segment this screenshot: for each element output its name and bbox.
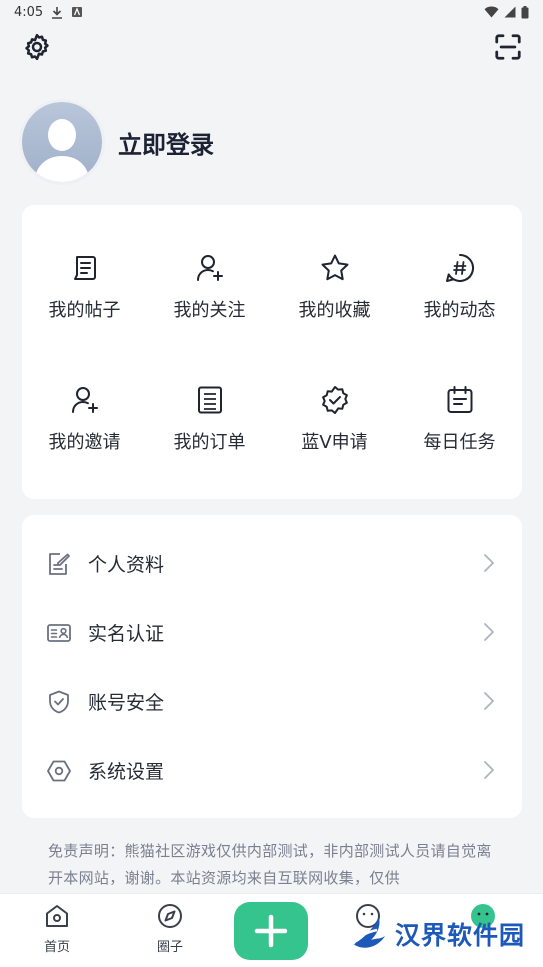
chevron-right-icon	[484, 761, 494, 779]
status-bar: 4:05	[0, 0, 543, 24]
watermark-text: 汉界软件园	[394, 921, 525, 950]
shortcut-grid-card: 我的帖子 我的关注 我的收藏 我的动态 我的邀请 我的订单 蓝V申请 每日任务	[22, 205, 522, 499]
list-item-account-security[interactable]: 账号安全	[22, 667, 522, 736]
grid-item-blue-v-apply[interactable]: 蓝V申请	[272, 353, 397, 485]
grid-item-my-posts[interactable]: 我的帖子	[22, 221, 147, 353]
app-notification-icon	[72, 7, 83, 17]
wifi-icon	[484, 6, 499, 18]
scan-button[interactable]	[493, 32, 523, 62]
user-add-icon	[196, 255, 223, 281]
gear-icon	[25, 33, 49, 61]
scan-icon	[495, 34, 521, 60]
compass-icon	[158, 904, 182, 928]
disclaimer-text: 免责声明：熊猫社区游戏仅供内部测试，非内部测试人员请自觉离开本网站，谢谢。本站资…	[48, 842, 492, 887]
star-icon	[321, 254, 348, 281]
plus-icon	[254, 914, 288, 948]
id-card-icon	[47, 623, 71, 642]
login-link[interactable]: 立即登录	[118, 125, 214, 160]
settings-button[interactable]	[22, 32, 52, 62]
grid-item-my-orders[interactable]: 我的订单	[147, 353, 272, 485]
default-avatar-icon	[34, 119, 90, 182]
edit-profile-icon	[49, 552, 70, 575]
verified-badge-icon	[321, 386, 348, 414]
list-item-system-settings[interactable]: 系统设置	[22, 736, 522, 805]
battery-icon	[521, 5, 529, 18]
avatar[interactable]	[22, 102, 102, 182]
order-icon	[197, 386, 222, 414]
status-time: 4:05	[14, 4, 44, 20]
create-post-button[interactable]	[234, 902, 308, 960]
nav-home[interactable]: 首页	[27, 902, 87, 955]
nav-circle[interactable]: 圈子	[140, 902, 200, 955]
home-icon	[46, 905, 68, 927]
invite-icon	[71, 387, 98, 413]
profile-header[interactable]: 立即登录	[22, 102, 214, 182]
grid-item-my-activity[interactable]: 我的动态	[397, 221, 522, 353]
grid-item-my-favorites[interactable]: 我的收藏	[272, 221, 397, 353]
grid-item-my-follows[interactable]: 我的关注	[147, 221, 272, 353]
chevron-right-icon	[484, 554, 494, 572]
grid-item-my-invites[interactable]: 我的邀请	[22, 353, 147, 485]
watermark: 汉界软件园	[349, 911, 525, 957]
list-item-profile[interactable]: 个人资料	[22, 529, 522, 598]
list-item-real-name[interactable]: 实名认证	[22, 598, 522, 667]
shield-icon	[49, 690, 69, 713]
hashtag-icon	[445, 253, 474, 282]
download-icon	[52, 6, 63, 19]
chevron-right-icon	[484, 623, 494, 641]
grid-item-daily-tasks[interactable]: 每日任务	[397, 353, 522, 485]
calendar-icon	[447, 386, 472, 413]
chevron-right-icon	[484, 692, 494, 710]
settings-list-card: 个人资料 实名认证 账号安全 系统设置	[22, 515, 522, 818]
watermark-logo-icon	[351, 918, 385, 948]
signal-icon	[504, 6, 516, 18]
post-icon	[73, 256, 96, 280]
top-actions	[0, 30, 543, 66]
hexagon-settings-icon	[47, 760, 71, 781]
